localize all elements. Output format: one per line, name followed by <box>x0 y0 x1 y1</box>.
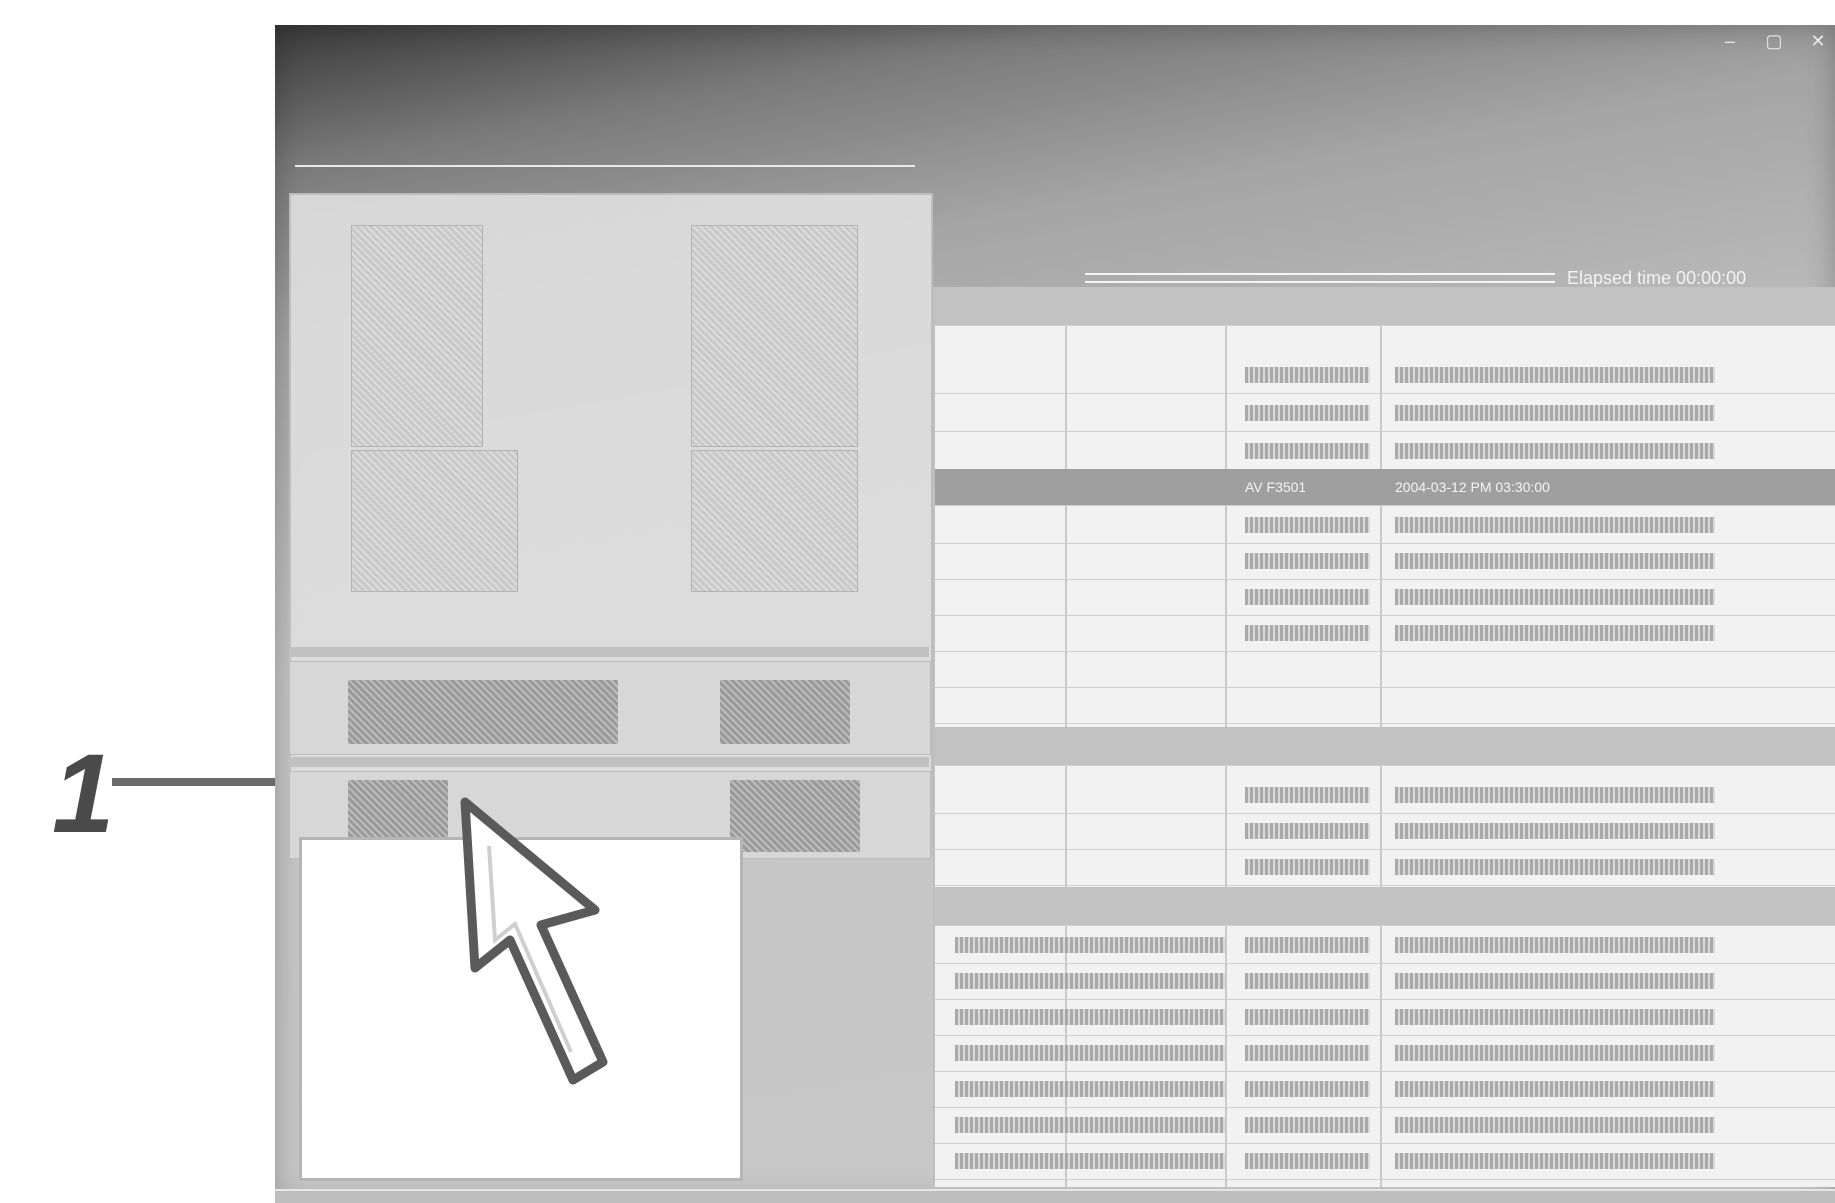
table-cell <box>1395 433 1715 469</box>
table-cell <box>1395 1035 1715 1071</box>
table-row[interactable] <box>935 395 1835 432</box>
table-cell <box>1245 395 1370 431</box>
table-row[interactable] <box>935 963 1835 1000</box>
model-cell: AV F3501 <box>1245 479 1307 495</box>
device-panel-header <box>295 165 915 189</box>
window-controls: – ▢ ✕ <box>1719 31 1829 51</box>
table-cell <box>1245 1035 1370 1071</box>
table-cell <box>1395 777 1715 813</box>
table-section-header <box>935 887 1835 926</box>
minimize-button[interactable]: – <box>1719 31 1741 51</box>
close-button[interactable]: ✕ <box>1807 31 1829 51</box>
device-slot-icon <box>348 680 618 744</box>
device-icon[interactable] <box>351 225 483 447</box>
table-cell <box>1395 849 1715 885</box>
table-row[interactable] <box>935 615 1835 652</box>
table-cell <box>1395 1143 1715 1179</box>
device-icon[interactable] <box>691 450 858 592</box>
device-slot[interactable] <box>289 661 931 755</box>
table-row[interactable] <box>935 1071 1835 1108</box>
table-cell <box>1395 507 1715 543</box>
table-cell <box>1245 433 1370 469</box>
table-row[interactable] <box>935 1035 1835 1072</box>
table-cell <box>955 1071 1225 1107</box>
table-cell <box>1245 1071 1370 1107</box>
table-row[interactable] <box>935 927 1835 964</box>
elapsed-time-label: Elapsed time 00:00:00 <box>1567 267 1747 288</box>
table-row[interactable] <box>935 1107 1835 1144</box>
table-cell <box>1395 395 1715 431</box>
progress-rule <box>1085 273 1555 283</box>
table-row[interactable] <box>935 543 1835 580</box>
table-cell <box>1245 507 1370 543</box>
table-cell <box>955 999 1225 1035</box>
maximize-button[interactable]: ▢ <box>1763 31 1785 51</box>
table-section-header <box>935 727 1835 766</box>
table-cell <box>1245 927 1370 963</box>
table-cell <box>955 927 1225 963</box>
table-cell <box>1395 615 1715 651</box>
table-cell <box>1395 357 1715 393</box>
device-icon[interactable] <box>351 450 518 592</box>
table-row[interactable] <box>935 813 1835 850</box>
table-cell <box>1245 963 1370 999</box>
table-cell <box>1395 579 1715 615</box>
table-cell <box>1245 543 1370 579</box>
table-cell <box>1395 1071 1715 1107</box>
panel-divider <box>289 647 929 657</box>
panel-divider <box>289 757 929 767</box>
table-cell <box>1245 1107 1370 1143</box>
file-table: AV F3501 2004-03-12 PM 03:30:00 <box>933 287 1835 1187</box>
table-cell <box>955 963 1225 999</box>
table-row[interactable] <box>935 433 1835 470</box>
table-cell <box>1245 579 1370 615</box>
table-row[interactable] <box>935 579 1835 616</box>
table-row[interactable] <box>935 1143 1835 1180</box>
table-cell <box>1245 813 1370 849</box>
table-row[interactable] <box>935 849 1835 886</box>
table-cell <box>1395 813 1715 849</box>
table-cell <box>1395 927 1715 963</box>
callout-number: 1 <box>52 731 115 856</box>
table-row[interactable] <box>935 999 1835 1036</box>
table-row[interactable] <box>935 357 1835 394</box>
device-slot-icon <box>730 780 860 852</box>
table-row[interactable] <box>935 507 1835 544</box>
status-bar <box>275 1189 1835 1203</box>
table-row[interactable] <box>935 651 1835 688</box>
table-cell <box>1245 999 1370 1035</box>
table-cell <box>955 1107 1225 1143</box>
table-row[interactable] <box>935 777 1835 814</box>
table-cell <box>955 1035 1225 1071</box>
arrow-cursor-icon <box>460 797 608 1085</box>
table-cell <box>1245 777 1370 813</box>
table-cell <box>1245 615 1370 651</box>
table-row[interactable] <box>935 687 1835 724</box>
table-cell <box>1245 1143 1370 1179</box>
table-cell <box>955 1143 1225 1179</box>
device-icon[interactable] <box>691 225 858 447</box>
table-cell <box>1245 357 1370 393</box>
datetime-cell: 2004-03-12 PM 03:30:00 <box>1395 479 1550 495</box>
device-slot-icon <box>720 680 850 744</box>
table-header-row <box>935 287 1835 326</box>
table-cell <box>1245 849 1370 885</box>
table-cell <box>1395 999 1715 1035</box>
table-cell <box>1395 963 1715 999</box>
table-row-selected[interactable]: AV F3501 2004-03-12 PM 03:30:00 <box>935 469 1835 506</box>
table-cell <box>1395 1107 1715 1143</box>
table-cell <box>1395 543 1715 579</box>
